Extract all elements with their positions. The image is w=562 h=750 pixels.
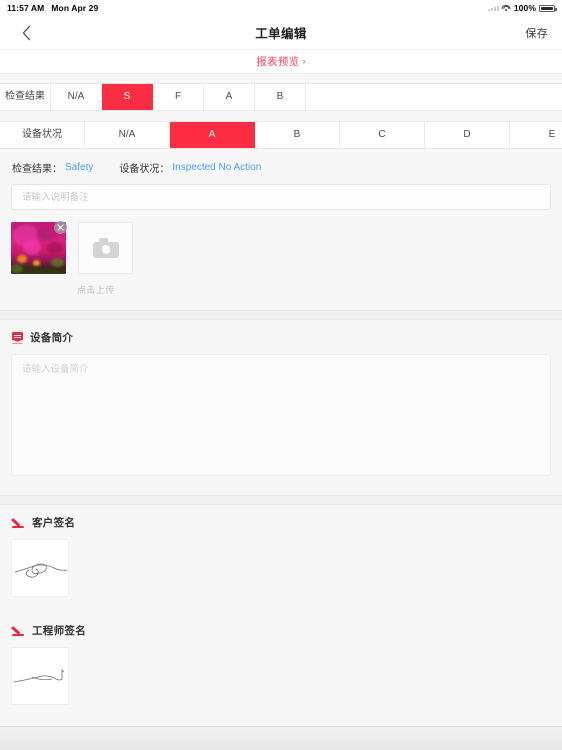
- check-result-option-a[interactable]: A: [204, 84, 255, 110]
- device-status-option-b[interactable]: B: [255, 122, 340, 148]
- engineer-signature-title: 工程师签名: [32, 625, 86, 637]
- section-divider-1: [0, 310, 562, 320]
- check-result-option-b[interactable]: B: [255, 84, 306, 110]
- note-field-wrapper: [0, 184, 562, 210]
- work-order-edit-screen: 11:57 AM Mon Apr 29 100% 工单编辑 保存 报表预览 › …: [0, 0, 562, 750]
- customer-signature-title: 客户签名: [32, 517, 76, 529]
- engineer-signature-canvas[interactable]: [11, 647, 69, 705]
- engineer-signature-header: 工程师签名: [0, 613, 562, 647]
- photo-row: [11, 221, 551, 274]
- engineer-signature-wrapper: [0, 647, 562, 721]
- check-result-row-label: 检查结果: [0, 84, 51, 110]
- close-circle-icon[interactable]: [54, 221, 67, 234]
- photo-upload-label: 点击上传: [77, 285, 115, 295]
- wifi-icon: [501, 4, 511, 12]
- report-preview-label: 报表预览: [256, 56, 300, 68]
- section-divider-2: [0, 495, 562, 505]
- result-summary: 检查结果： Safety 设备状况： Inspected No Action: [0, 149, 562, 184]
- battery-percent: 100%: [513, 3, 536, 13]
- device-intro-field-wrapper: [0, 354, 562, 495]
- bottom-bar: [0, 726, 562, 750]
- photo-upload-area: 点击上传: [0, 210, 562, 310]
- photo-thumbnail[interactable]: [11, 221, 67, 274]
- check-result-row-spacer: [306, 84, 562, 110]
- status-time: 11:57 AM: [7, 3, 45, 13]
- camera-icon: [92, 238, 119, 258]
- device-status-value: Inspected No Action: [172, 162, 262, 173]
- report-preview-link[interactable]: 报表预览 ›: [256, 54, 306, 69]
- device-status-row-label: 设备状况: [0, 122, 85, 148]
- device-status-key: 设备状况：: [119, 164, 170, 175]
- back-button[interactable]: [14, 21, 38, 45]
- page-title: 工单编辑: [255, 27, 307, 41]
- pen-icon: [10, 517, 25, 529]
- pen-icon: [10, 625, 25, 637]
- customer-signature-header: 客户签名: [0, 505, 562, 539]
- check-result-option-f[interactable]: F: [153, 84, 204, 110]
- device-status-summary: 设备状况： Inspected No Action: [119, 160, 261, 175]
- status-bar-right: 100%: [487, 3, 557, 13]
- chevron-left-icon: [22, 25, 30, 40]
- close-icon: [57, 224, 64, 231]
- save-button[interactable]: 保存: [525, 25, 548, 41]
- chevron-right-icon: ›: [302, 56, 306, 66]
- form-content: 检查结果 N/A S F A B 设备状况 N/A A B C D E 检查结果…: [0, 74, 562, 726]
- photo-upload-button[interactable]: [78, 222, 133, 274]
- device-status-option-na[interactable]: N/A: [85, 122, 170, 148]
- check-result-option-s[interactable]: S: [102, 84, 153, 110]
- device-intro-title: 设备简介: [30, 332, 74, 344]
- battery-icon: [539, 4, 557, 12]
- check-result-segment-row: 检查结果 N/A S F A B: [0, 83, 562, 111]
- check-result-key: 检查结果：: [12, 164, 62, 175]
- document-icon: [12, 331, 23, 344]
- status-bar-left: 11:57 AM Mon Apr 29: [7, 3, 98, 13]
- signal-dots-icon: [487, 5, 499, 11]
- customer-signature-stroke: [14, 563, 68, 578]
- status-date: Mon Apr 29: [51, 3, 99, 13]
- device-intro-textarea[interactable]: [11, 354, 551, 476]
- note-input[interactable]: [11, 184, 551, 210]
- report-preview-bar: 报表预览 ›: [0, 50, 562, 74]
- device-status-option-e[interactable]: E: [510, 122, 562, 148]
- engineer-signature-stroke: [13, 669, 65, 683]
- device-status-option-a[interactable]: A: [170, 122, 255, 148]
- status-bar: 11:57 AM Mon Apr 29 100%: [0, 0, 562, 16]
- check-result-option-na[interactable]: N/A: [51, 84, 102, 110]
- device-intro-header: 设备简介: [0, 320, 562, 354]
- device-status-option-d[interactable]: D: [425, 122, 510, 148]
- check-result-summary: 检查结果： Safety: [12, 160, 93, 175]
- check-result-value: Safety: [65, 162, 94, 173]
- device-status-option-c[interactable]: C: [340, 122, 425, 148]
- customer-signature-wrapper: [0, 539, 562, 613]
- navigation-bar: 工单编辑 保存: [0, 16, 562, 50]
- customer-signature-canvas[interactable]: [11, 539, 69, 597]
- device-status-segment-row: 设备状况 N/A A B C D E: [0, 121, 562, 149]
